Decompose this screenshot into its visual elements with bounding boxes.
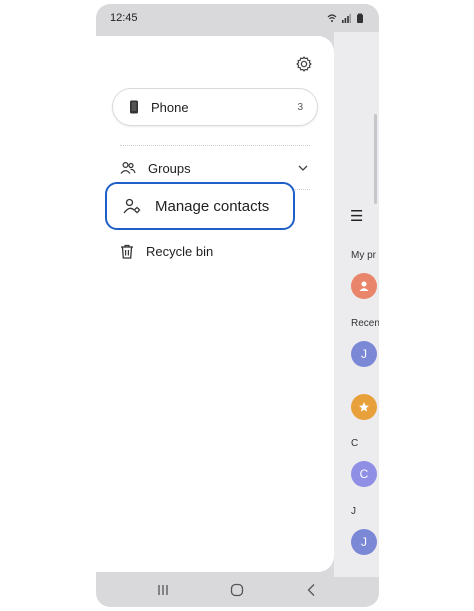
avatar-letter: J (361, 347, 367, 361)
hamburger-menu-icon[interactable]: ☰ (350, 207, 363, 225)
device-frame: 12:45 ☰ My pr Recen J C C J J Phone 3 Gr… (96, 4, 379, 607)
settings-gear-icon[interactable] (294, 54, 314, 74)
avatar-letter: J (361, 535, 367, 549)
avatar[interactable]: J (351, 341, 377, 367)
person-icon (359, 281, 369, 291)
background-scrollbar (374, 114, 377, 204)
signal-icon (342, 14, 351, 23)
drawer-item-manage-contacts[interactable]: Manage contacts (105, 182, 295, 230)
avatar-letter: C (359, 467, 369, 481)
avatar[interactable] (351, 394, 377, 420)
bg-section-label: Recen (351, 318, 379, 329)
drawer-item-label: Manage contacts (155, 197, 270, 215)
divider (120, 145, 310, 146)
back-icon[interactable] (304, 582, 320, 598)
phone-device-icon (130, 100, 138, 114)
storage-count: 3 (297, 101, 303, 113)
recent-apps-icon[interactable] (155, 582, 171, 598)
home-icon[interactable] (229, 582, 245, 598)
status-time: 12:45 (110, 12, 138, 24)
bg-section-label: My pr (351, 250, 376, 261)
system-navigation-bar (96, 572, 379, 607)
battery-icon (357, 13, 363, 23)
star-icon (359, 402, 369, 412)
trash-icon (121, 244, 133, 259)
storage-label: Phone (151, 99, 189, 115)
avatar[interactable]: J (351, 529, 377, 555)
chevron-down-icon[interactable] (297, 162, 309, 174)
manage-contacts-icon (123, 198, 141, 214)
bg-section-label: J (351, 506, 356, 517)
avatar[interactable]: C (351, 461, 377, 487)
status-icons (327, 13, 365, 23)
storage-phone-button[interactable]: Phone 3 (112, 88, 318, 126)
avatar[interactable] (351, 273, 377, 299)
drawer-item-recycle-bin[interactable]: Recycle bin (120, 238, 315, 264)
contacts-background-screen (334, 32, 379, 577)
drawer-item-groups[interactable]: Groups (120, 155, 315, 181)
status-bar: 12:45 (96, 4, 379, 32)
drawer-item-label: Recycle bin (146, 243, 214, 259)
drawer-item-label: Groups (148, 160, 191, 176)
bg-section-label: C (351, 438, 359, 449)
groups-icon (120, 161, 136, 174)
navigation-drawer: Phone 3 Groups Manage contacts Recycle b… (96, 36, 334, 572)
wifi-icon (327, 14, 337, 22)
